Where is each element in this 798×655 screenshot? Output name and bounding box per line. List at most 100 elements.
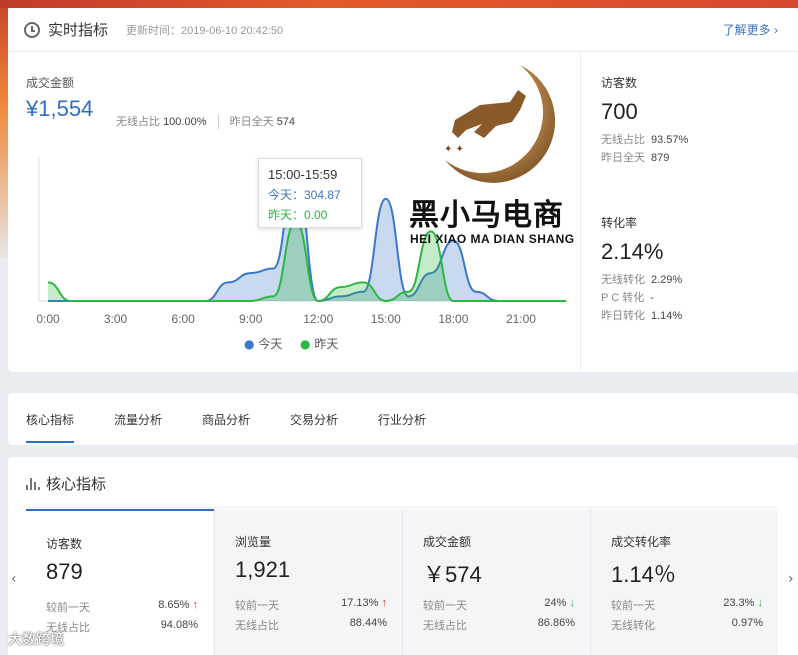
metric-wireless-row: 无线占比 88.44% [235, 617, 387, 633]
metric-wireless-row: 无线转化 0.97% [611, 617, 763, 633]
kpi-row-label: 昨日转化 [601, 310, 645, 322]
metric-row-label: 无线占比 [423, 620, 467, 632]
kpi-row-value: 1.14% [651, 310, 683, 322]
kpi-row: 无线转化 2.29% [601, 271, 682, 289]
kpi-conversion-label: 转化率 [601, 216, 638, 230]
metric-row-value: 0.97% [731, 617, 763, 629]
metric-wireless-row: 无线占比 94.08% [46, 619, 198, 635]
metric-compare-row: 较前一天 17.13% ↑ [235, 597, 387, 613]
x-tick-label: 0:00 [36, 312, 60, 326]
kpi-conversion-value: 2.14% [601, 239, 664, 264]
kpi-row: 昨日全天 879 [601, 149, 688, 167]
tooltip-today: 今天：304.87 [268, 188, 341, 202]
arrow-down-icon: ↓ [569, 597, 576, 609]
realtime-title: 实时指标 [48, 21, 109, 39]
tab-trade[interactable]: 交易分析 [290, 411, 338, 428]
tab-traffic[interactable]: 流量分析 [114, 411, 162, 428]
prev-arrow-icon[interactable]: ‹ [11, 571, 17, 587]
metric-row-value: 8.65% ↑ [158, 599, 198, 611]
metric-wireless-row: 无线占比 86.86% [423, 617, 575, 633]
realtime-header: 实时指标 更新时间：2019-06-10 20:42:50 了解更多 › [8, 8, 798, 52]
legend-yesterday-label: 昨天 [314, 337, 339, 351]
wireless-label: 无线占比 [116, 116, 160, 128]
metric-change: 17.13% [341, 597, 379, 609]
wireless-value: 100.00% [163, 116, 207, 128]
metric-row-value: 94.08% [160, 619, 198, 631]
tab-active-indicator [26, 441, 74, 443]
metric-label: 浏览量 [235, 535, 272, 549]
metric-row-label: 无线转化 [611, 620, 655, 632]
arrow-up-icon: ↑ [192, 599, 199, 611]
kpi-row-label: 无线占比 [601, 134, 645, 146]
legend-yesterday[interactable]: ● 昨天 [300, 335, 338, 352]
metric-compare-row: 较前一天 24% ↓ [423, 597, 575, 613]
update-time: 更新时间：2019-06-10 20:42:50 [126, 24, 284, 37]
kpi-row: P C 转化 - [601, 289, 682, 307]
metric-row-label: 较前一天 [46, 602, 90, 614]
metric-value: 1,921 [235, 557, 291, 582]
metric-row-value: 88.44% [349, 617, 387, 629]
metric-row-value: 17.13% ↑ [341, 597, 387, 609]
kpi-visitors: 访客数 700 无线占比 93.57% 昨日全天 879 [601, 74, 688, 167]
metric-card-amount[interactable]: 成交金额 ￥574 较前一天 24% ↓ 无线占比 86.86% [402, 509, 590, 655]
arrow-up-icon: ↑ [381, 597, 388, 609]
divider [26, 507, 778, 508]
amount-label: 成交金额 [26, 76, 75, 90]
chart-tooltip: 15:00-15:59 今天：304.87 昨天：0.00 [258, 158, 362, 228]
tab-industry[interactable]: 行业分析 [378, 411, 426, 428]
metric-change: 23.3% [723, 597, 755, 609]
tooltip-yesterday: 昨天：0.00 [268, 208, 328, 222]
kpi-row-value: 2.29% [651, 274, 683, 286]
metric-row-value: 24% ↓ [544, 597, 575, 609]
x-tick-label: 15:00 [371, 312, 401, 326]
metric-value: ￥574 [423, 562, 482, 587]
kpi-visitors-rows: 无线占比 93.57% 昨日全天 879 [601, 131, 688, 167]
metric-row-value: 86.86% [537, 617, 575, 629]
metric-label: 成交金额 [423, 535, 472, 549]
legend-today-label: 今天 [258, 337, 283, 351]
kpi-conversion-rows: 无线转化 2.29% P C 转化 - 昨日转化 1.14% [601, 271, 682, 325]
kpi-row-value: 93.57% [651, 134, 689, 146]
metric-card-pageviews[interactable]: 浏览量 1,921 较前一天 17.13% ↑ 无线占比 88.44% [214, 509, 402, 655]
metric-row-label: 无线占比 [235, 620, 279, 632]
next-arrow-icon[interactable]: › [788, 571, 794, 587]
x-tick-label: 18:00 [438, 312, 468, 326]
kpi-row-label: 无线转化 [601, 274, 645, 286]
brand-watermark-sub: HEI XIAO MA DIAN SHANG [410, 232, 575, 246]
yesterday-label: 昨日全天 [229, 116, 274, 128]
learn-more-link[interactable]: 了解更多 › [723, 21, 778, 38]
kpi-row-label: 昨日全天 [601, 152, 645, 164]
yesterday-value: 574 [276, 116, 296, 128]
core-header: 核心指标 [26, 473, 106, 494]
clock-icon [24, 21, 40, 38]
metric-card-conversion[interactable]: 成交转化率 1.14％ 较前一天 23.3% ↓ 无线转化 0.97% [590, 509, 778, 655]
metric-compare-row: 较前一天 8.65% ↑ [46, 599, 198, 615]
metric-label: 访客数 [46, 537, 83, 551]
metric-row-label: 较前一天 [423, 600, 467, 612]
metric-change: 8.65% [158, 599, 190, 611]
metric-row-value: 23.3% ↓ [723, 597, 763, 609]
metric-compare-row: 较前一天 23.3% ↓ [611, 597, 763, 613]
brand-watermark: 黑小马电商 [409, 198, 564, 233]
kpi-visitors-value: 700 [601, 99, 638, 124]
realtime-panel: 实时指标 更新时间：2019-06-10 20:42:50 了解更多 › 成交金… [8, 8, 798, 372]
core-title: 核心指标 [46, 475, 107, 493]
tooltip-time: 15:00-15:59 [268, 167, 338, 182]
bar-chart-icon [26, 477, 40, 490]
legend-dot-today: ● [244, 337, 255, 351]
tab-product[interactable]: 商品分析 [202, 411, 250, 428]
metric-change: 24% [544, 597, 567, 609]
metric-label: 成交转化率 [611, 535, 672, 549]
analysis-tabs: 核心指标 流量分析 商品分析 交易分析 行业分析 [8, 393, 798, 445]
metric-row-label: 较前一天 [611, 600, 655, 612]
core-metrics-panel: 核心指标 ‹ › 访客数 879 较前一天 8.65% ↑ 无线占比 94.08% … [8, 457, 798, 655]
realtime-kpis: 访客数 700 无线占比 93.57% 昨日全天 879 转化率 2.14% 无线转… [580, 52, 798, 372]
x-tick-label: 6:00 [171, 312, 195, 326]
legend-dot-yesterday: ● [300, 337, 311, 351]
legend-today[interactable]: ● 今天 [244, 335, 282, 352]
amount-sub-info: 无线占比 100.00% 昨日全天 574 [116, 113, 296, 130]
kpi-row: 昨日转化 1.14% [601, 307, 682, 325]
divider [217, 115, 219, 130]
metric-value: 1.14％ [611, 562, 676, 587]
tab-core[interactable]: 核心指标 [26, 411, 74, 428]
